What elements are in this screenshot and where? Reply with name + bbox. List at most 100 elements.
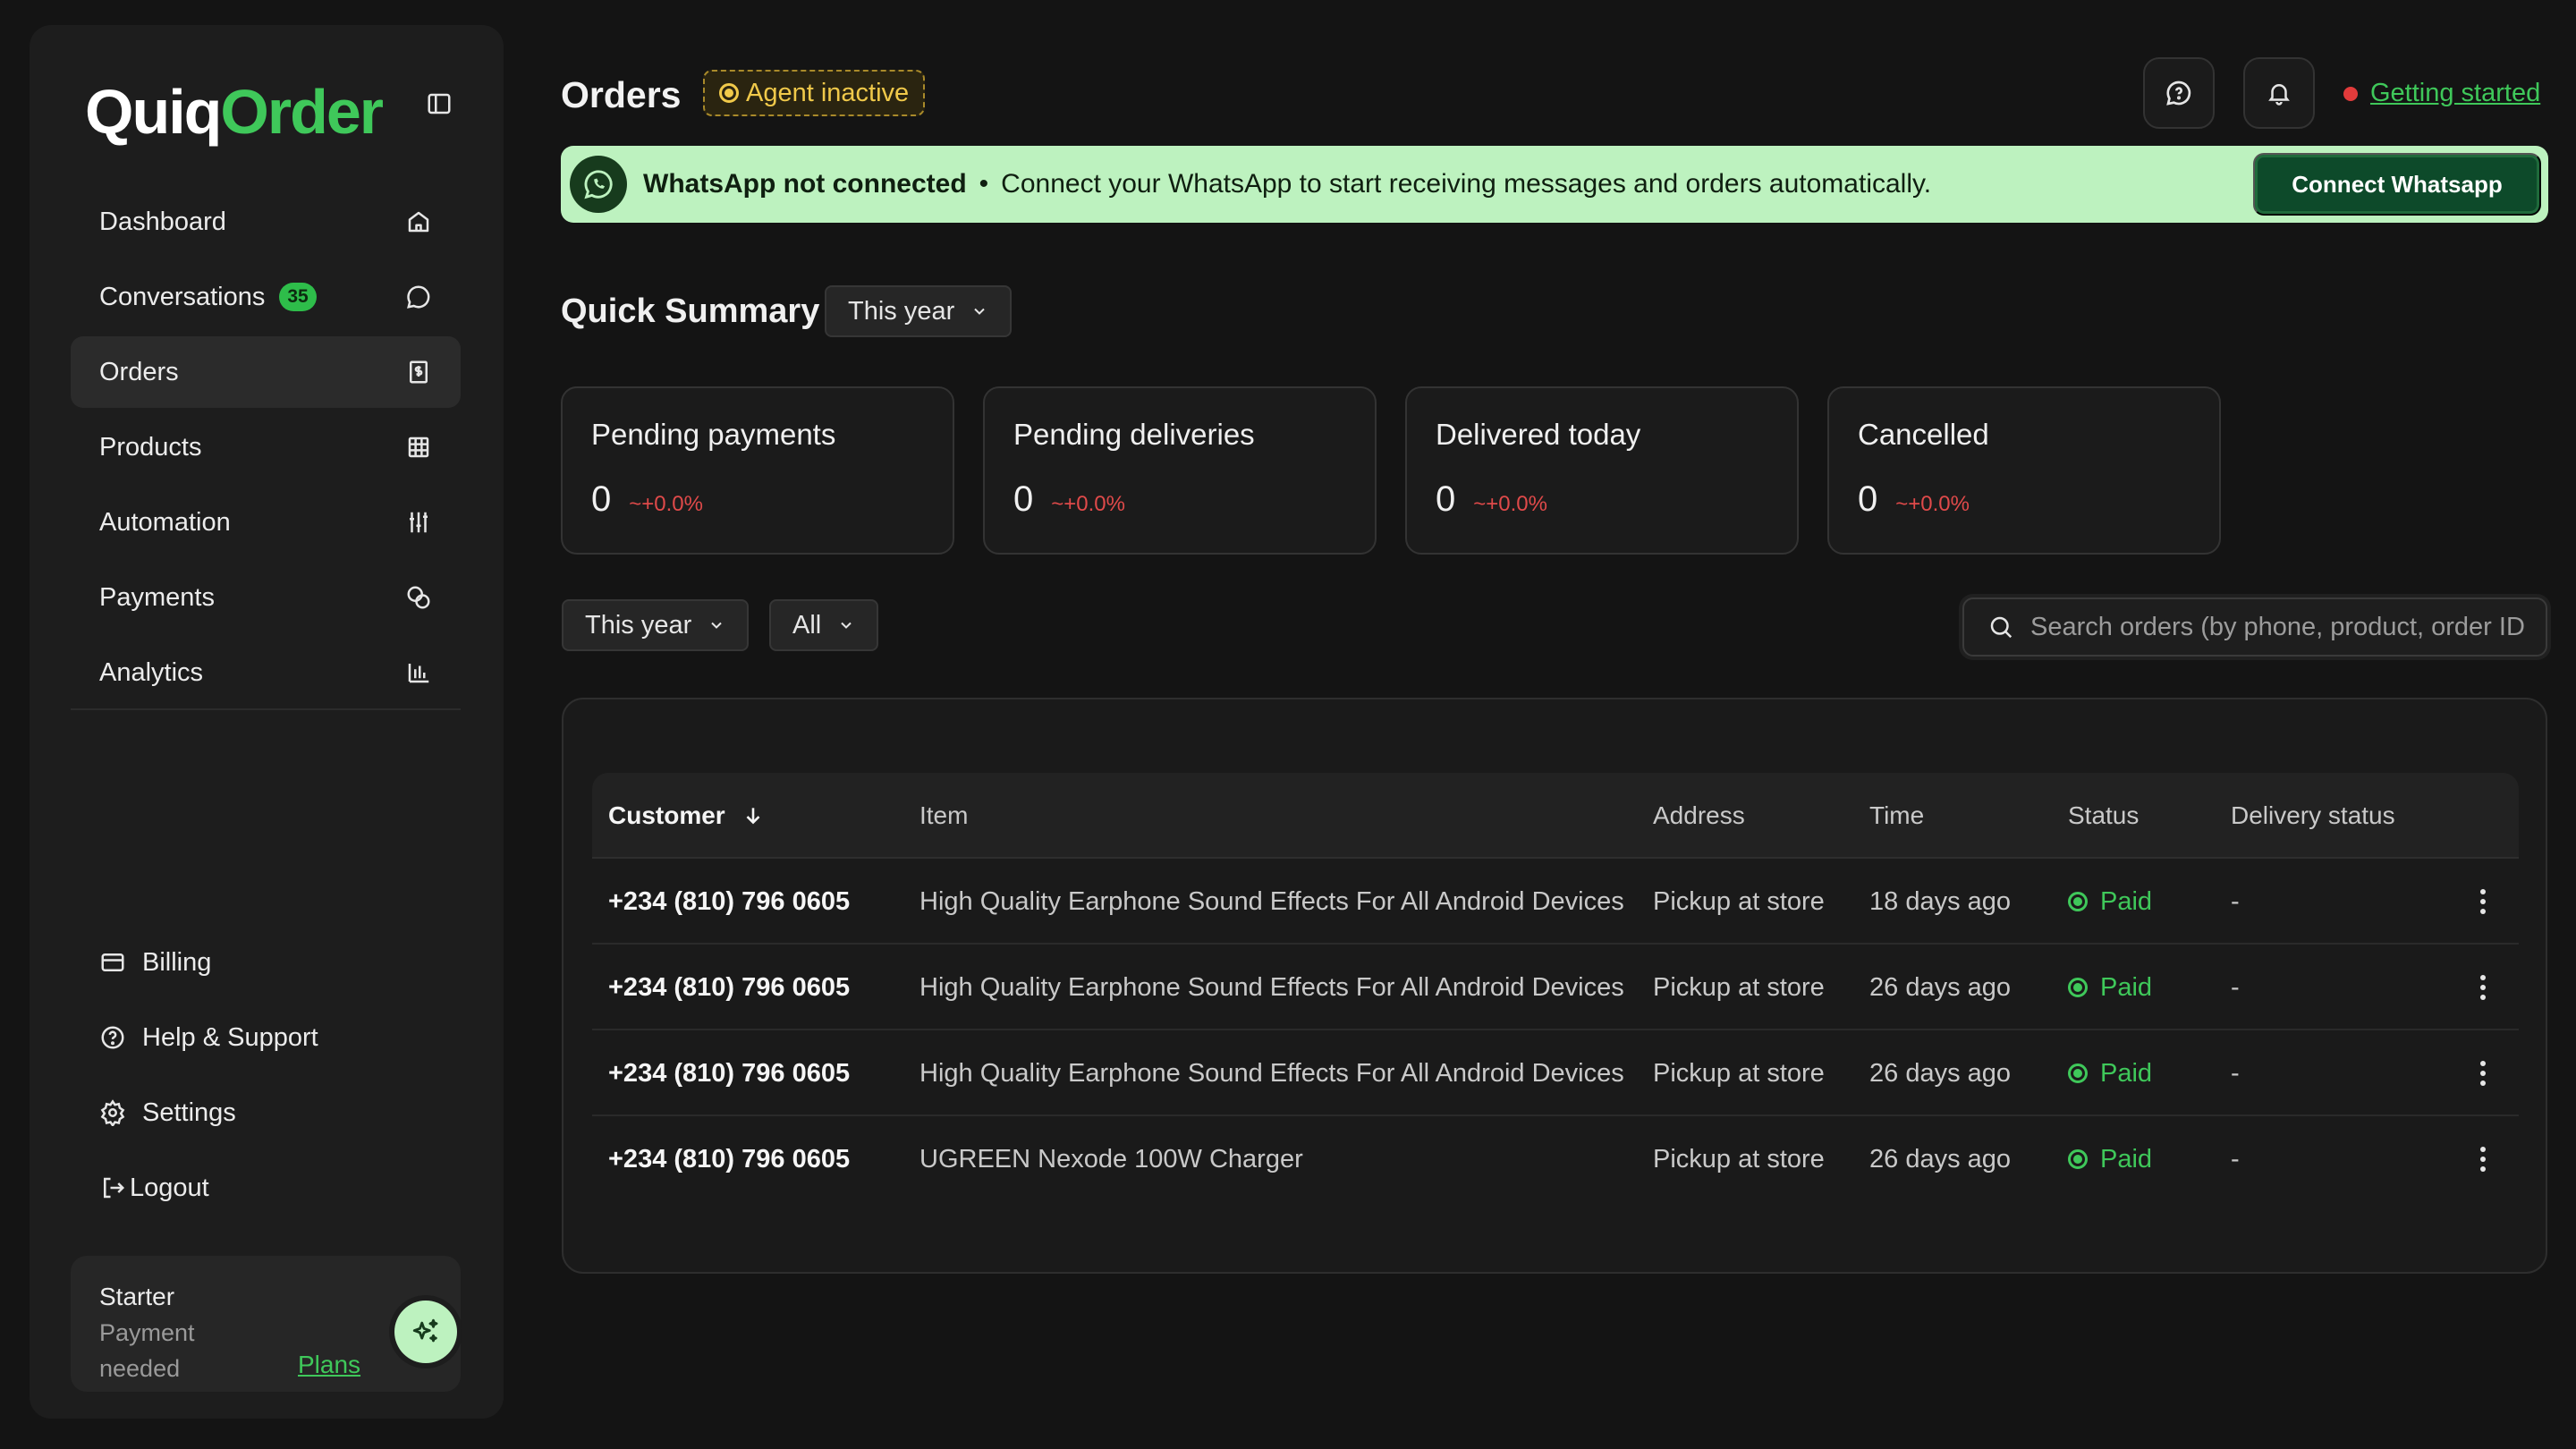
card-change: ~+0.0% [1473,492,1547,516]
status-dot-icon [719,83,739,103]
sidebar-item-billing[interactable]: Billing [71,925,461,1000]
row-actions-kebab-icon[interactable] [2474,1057,2492,1089]
banner-title: WhatsApp not connected [643,169,967,199]
sidebar-item-conversations[interactable]: Conversations 35 [71,261,461,333]
cell-delivery-status: - [2231,972,2240,1002]
plan-upgrade-button[interactable] [394,1301,457,1363]
main-nav: Dashboard Conversations 35 Orders Produc… [71,186,461,712]
card-pending-payments: Pending payments 0 ~+0.0% [561,386,954,555]
paid-status-icon [2068,892,2088,911]
cell-item: High Quality Earphone Sound Effects For … [919,1058,1624,1088]
notifications-button[interactable] [2243,57,2315,129]
cell-delivery-status: - [2231,1144,2240,1174]
cell-address: Pickup at store [1653,972,1825,1002]
orders-status-select[interactable]: All [769,599,879,651]
summary-range-select[interactable]: This year [825,285,1013,337]
orders-table: Customer Item Address Time Status Delive… [562,698,2547,1274]
orders-range-value: This year [585,610,692,640]
card-pending-deliveries: Pending deliveries 0 ~+0.0% [983,386,1377,555]
sidebar-collapse-button[interactable] [421,86,457,122]
cell-address: Pickup at store [1653,1144,1825,1174]
row-actions-kebab-icon[interactable] [2474,971,2492,1004]
cell-status: Paid [2068,859,2152,945]
cell-customer: +234 (810) 796 0605 [608,972,851,1002]
whatsapp-icon [570,156,627,213]
chat-icon [407,285,430,309]
connect-whatsapp-button[interactable]: Connect Whatsapp [2253,153,2541,216]
plan-status: Payment needed [99,1319,195,1382]
conversations-count-badge: 35 [279,283,317,311]
card-label: Delivered today [1436,418,1641,451]
sidebar-item-analytics[interactable]: Analytics [71,637,461,708]
card-change: ~+0.0% [1895,492,1970,516]
logout-icon [104,1177,125,1199]
card-value: 0 [1858,479,1878,519]
sidebar-item-label: Dashboard [99,207,226,236]
cell-status: Paid [2068,1116,2152,1202]
status-text: Paid [2100,1058,2153,1088]
getting-started-link[interactable]: Getting started [2370,75,2540,111]
getting-started-indicator [2343,87,2358,101]
card-value: 0 [1013,479,1034,519]
sidebar-toggle-icon [428,93,451,114]
cell-address: Pickup at store [1653,886,1825,916]
orders-range-select[interactable]: This year [562,599,750,651]
sparkle-icon [412,1318,438,1343]
sidebar-item-label: Conversations [99,282,266,311]
card-value: 0 [591,479,612,519]
secondary-nav: Billing Help & Support Settings Logout [71,925,461,1225]
cell-item: High Quality Earphone Sound Effects For … [919,886,1624,916]
table-row[interactable]: +234 (810) 796 0605 High Quality Earphon… [592,859,2519,945]
cell-customer: +234 (810) 796 0605 [608,1144,851,1174]
quick-summary-title: Quick Summary [561,292,820,330]
bar-chart-icon [408,664,429,683]
orders-search-input[interactable]: Search orders (by phone, product, order … [1962,597,2547,657]
table-row[interactable]: +234 (810) 796 0605 High Quality Earphon… [592,1030,2519,1116]
status-text: Paid [2100,886,2153,916]
banner-separator: • [979,169,989,199]
table-row[interactable]: +234 (810) 796 0605 UGREEN Nexode 100W C… [592,1116,2519,1202]
plan-card: Starter Payment needed Plans [71,1256,461,1392]
column-label: Customer [608,801,725,829]
sidebar-item-logout[interactable]: Logout [71,1150,461,1225]
sliders-icon [410,512,428,533]
help-chat-icon [2166,80,2191,106]
sidebar-item-label: Analytics [99,657,204,687]
grid-icon [408,436,429,458]
cell-status: Paid [2068,945,2152,1030]
column-delivery-status: Delivery status [2231,801,2395,829]
chevron-down-icon [974,308,985,315]
row-actions-kebab-icon[interactable] [2474,1143,2492,1175]
chevron-down-icon [841,622,852,629]
search-placeholder: Search orders (by phone, product, order … [2030,612,2525,641]
row-actions-kebab-icon[interactable] [2474,886,2492,918]
sidebar-item-settings[interactable]: Settings [71,1075,461,1150]
sidebar-item-label: Payments [99,582,215,612]
gear-icon [100,1099,125,1126]
plans-link[interactable]: Plans [298,1351,360,1379]
cell-item: High Quality Earphone Sound Effects For … [919,972,1624,1002]
column-address: Address [1653,801,1745,829]
sidebar-item-dashboard[interactable]: Dashboard [71,186,461,258]
agent-status-badge[interactable]: Agent inactive [703,70,926,116]
sidebar-item-orders[interactable]: Orders [71,336,461,408]
sidebar-item-help[interactable]: Help & Support [71,1000,461,1075]
table-row[interactable]: +234 (810) 796 0605 High Quality Earphon… [592,945,2519,1030]
cell-customer: +234 (810) 796 0605 [608,886,851,916]
paid-status-icon [2068,1149,2088,1169]
card-label: Pending payments [591,418,836,451]
column-time: Time [1869,801,1925,829]
column-customer[interactable]: Customer [608,773,765,859]
cell-time: 26 days ago [1869,1144,2012,1174]
sidebar-item-products[interactable]: Products [71,411,461,483]
paid-status-icon [2068,1063,2088,1083]
table-header: Customer Item Address Time Status Delive… [592,773,2519,859]
cell-delivery-status: - [2231,886,2240,916]
sidebar-item-payments[interactable]: Payments [71,562,461,633]
logo[interactable]: QuiqOrder [85,72,384,152]
cell-time: 18 days ago [1869,886,2012,916]
support-chat-button[interactable] [2143,57,2215,129]
sidebar-item-automation[interactable]: Automation [71,487,461,558]
nav-divider [71,708,461,710]
cell-address: Pickup at store [1653,1058,1825,1088]
